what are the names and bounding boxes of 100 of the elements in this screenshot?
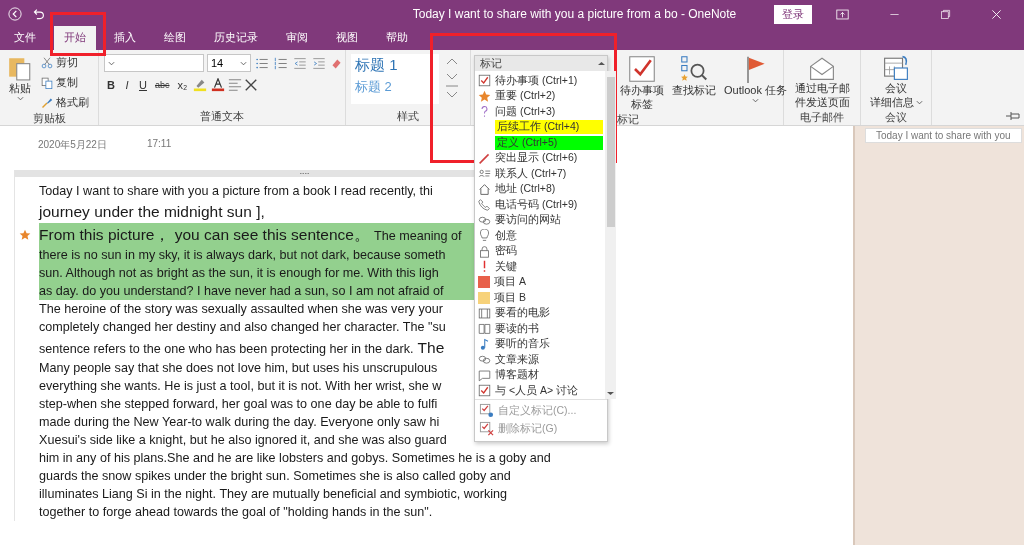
caret-icon: [16, 96, 24, 101]
format-button[interactable]: I: [120, 79, 134, 91]
phone-icon: [478, 198, 491, 212]
font-name-field[interactable]: [104, 54, 204, 72]
tag-menu-item[interactable]: 要访问的网站: [475, 212, 605, 228]
checkbox-gear-icon: [479, 403, 494, 418]
tag-menu-item[interactable]: 与 <人员 A> 讨论: [475, 383, 605, 399]
scrollbar[interactable]: [605, 71, 616, 399]
tag-menu-item[interactable]: 重要 (Ctrl+2): [475, 88, 605, 104]
decrease-indent-icon: [292, 56, 308, 70]
scissors-icon: [41, 56, 53, 69]
tag-menu-item[interactable]: 要看的电影: [475, 305, 605, 321]
format-button[interactable]: x₂: [174, 79, 191, 91]
link-icon: [478, 353, 491, 367]
tag-menu-item[interactable]: 项目 A: [475, 274, 605, 290]
envelope-icon: [808, 55, 836, 81]
tag-menu-item[interactable]: 项目 B: [475, 290, 605, 306]
tag-menu-item[interactable]: 关键: [475, 259, 605, 275]
note-text: as day. do you understand? I have never had a sun, so I am not afraid of: [39, 283, 444, 300]
tag-menu-item[interactable]: 文章来源: [475, 352, 605, 368]
group-label: 样式: [396, 109, 420, 124]
ribbon-tab[interactable]: 插入: [104, 26, 146, 50]
note-time: 17:11: [146, 138, 172, 151]
format-button[interactable]: abc: [152, 80, 173, 90]
highlighter-icon: [192, 78, 209, 92]
meeting-details-button[interactable]: 会议 详细信息: [866, 54, 926, 110]
tag-menu-item[interactable]: 问题 (Ctrl+3): [475, 104, 605, 120]
tag-menu-item[interactable]: 待办事项 (Ctrl+1): [475, 73, 605, 89]
highlight-frame: [50, 12, 106, 56]
ribbon-tab[interactable]: 视图: [326, 26, 368, 50]
note-text: together to forge ahead towards the goal of "holding hands in the sun".: [39, 504, 433, 521]
note-text: illuminates Liang Si in the night. They are mutually beneficial and symbiotic, working: [39, 486, 508, 503]
bullet-list-icon: [254, 56, 270, 70]
close-icon: [991, 8, 1002, 20]
sign-in-button[interactable]: 登录: [774, 4, 812, 24]
ribbon-display-icon: [836, 8, 849, 20]
tag-menu-item[interactable]: 密码: [475, 243, 605, 259]
tag-menu-item[interactable]: 电话号码 (Ctrl+9): [475, 197, 605, 213]
ribbon-tab[interactable]: 帮助: [376, 26, 418, 50]
checkbox-icon: [478, 384, 491, 398]
font-size-field[interactable]: 14: [207, 54, 251, 72]
lock-icon: [478, 244, 491, 258]
clipboard-button[interactable]: 格式刷: [39, 94, 91, 111]
note-text: Many people say that she does not love him, but uses his unscrupulous: [39, 360, 438, 377]
style-option[interactable]: 标题 1: [355, 56, 435, 75]
tag-menu-item[interactable]: 要听的音乐: [475, 336, 605, 352]
format-button[interactable]: U: [136, 79, 150, 91]
film-icon: [478, 306, 491, 320]
speech-bubble-icon: [478, 368, 491, 382]
clipboard-icon: [8, 55, 32, 81]
clear-format-icon: [244, 78, 259, 92]
clipboard-button[interactable]: 复制: [39, 74, 91, 91]
caret-icon: [915, 100, 923, 105]
house-icon: [478, 182, 491, 196]
checkbox-icon: [628, 55, 656, 83]
tag-menu-item[interactable]: 博客题材: [475, 367, 605, 383]
note-text: made during the New Year-to walk during the day. Everyone only saw hi: [39, 414, 440, 431]
tag-menu-item[interactable]: 要读的书: [475, 321, 605, 337]
note-text: everything she wants. He is just a tool, but it is not. With her wrist, she w: [39, 378, 442, 395]
tag-menu-item[interactable]: 突出显示 (Ctrl+6): [475, 150, 605, 166]
align-icon: [228, 78, 243, 92]
checkbox-cross-icon: [479, 421, 494, 436]
pin-icon: [1006, 111, 1020, 121]
ribbon-button[interactable]: 查找标记: [669, 54, 719, 98]
email-page-button[interactable]: 通过电子邮 件发送页面: [791, 54, 853, 110]
tag-menu-item[interactable]: 地址 (Ctrl+8): [475, 181, 605, 197]
clipboard-button[interactable]: 剪切: [39, 54, 91, 71]
ribbon-button[interactable]: Outlook 任务: [721, 54, 790, 104]
note-text: sentence refers to the one who has been protecting her in the dark.: [39, 341, 414, 358]
group-label: 会议: [884, 110, 908, 125]
font-color-icon: [210, 78, 227, 92]
paste-button[interactable]: 粘贴: [5, 54, 35, 102]
numbered-list-icon: [273, 56, 289, 70]
ribbon-tab[interactable]: 文件: [4, 26, 46, 50]
note-text: guards the snow spikes under the bright sun. Sometimes she is also called goby and: [39, 468, 511, 485]
note-text: From this picture， you can see this sentence。: [39, 225, 370, 245]
light-bulb-icon: [478, 229, 491, 243]
note-text: The heroine of the story was sexually assaulted when she was very your: [39, 301, 443, 318]
ribbon-tab[interactable]: 审阅: [276, 26, 318, 50]
ribbon-button[interactable]: 待办事项 标签: [617, 54, 667, 112]
caret-icon: [108, 60, 115, 66]
note-text: him in any of his plans.She and he are like lobsters and gobys. Sometimes he is a goby and: [39, 450, 551, 467]
note-text: The meaning of: [373, 228, 462, 245]
page-tab[interactable]: Today I want to share with you: [865, 128, 1022, 143]
ribbon-tab[interactable]: 历史记录: [204, 26, 268, 50]
tag-menu-item[interactable]: 联系人 (Ctrl+7): [475, 166, 605, 182]
ribbon-tab[interactable]: 绘图: [154, 26, 196, 50]
tag-menu-item[interactable]: 创意: [475, 228, 605, 244]
caret-icon: [752, 98, 759, 103]
ribbon-tab[interactable]: 开始: [54, 26, 96, 50]
menu-header: 标记: [480, 56, 502, 71]
note-date: 2020年5月22日: [38, 138, 107, 152]
music-note-icon: [478, 337, 491, 351]
book-icon: [478, 322, 491, 336]
caret-icon: [240, 60, 247, 66]
group-label: 电子邮件: [799, 110, 845, 125]
format-button[interactable]: B: [104, 79, 118, 91]
checkbox-icon: [478, 74, 491, 88]
undo-icon: [32, 7, 45, 21]
brush-icon: [41, 96, 53, 109]
